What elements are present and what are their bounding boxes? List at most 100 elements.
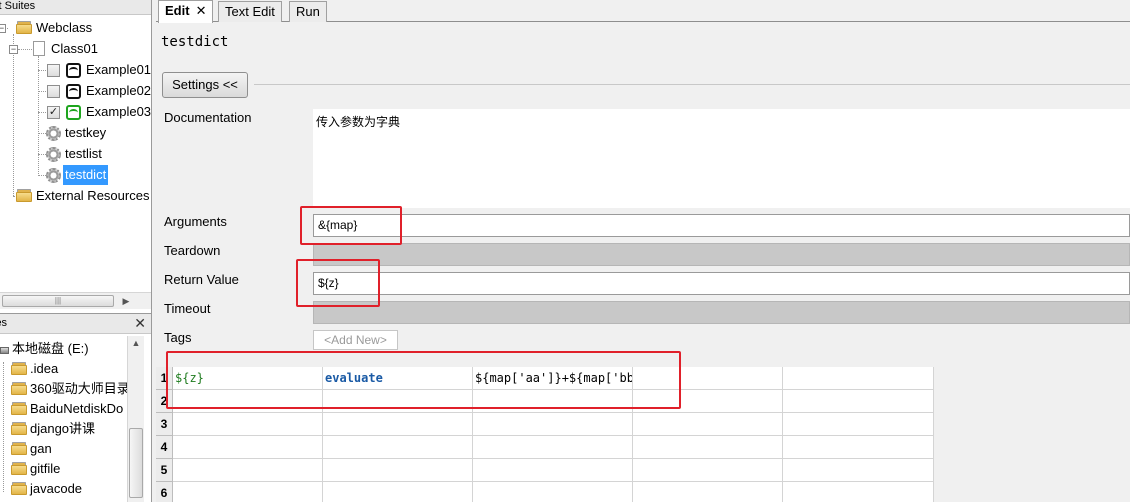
- file-item-360[interactable]: 360驱动大师目录: [0, 379, 130, 399]
- tree-item-testdict[interactable]: testdict: [0, 165, 151, 185]
- file-item-label: gitfile: [30, 461, 61, 476]
- tree-item-testkey[interactable]: testkey: [0, 123, 151, 143]
- grid-cell[interactable]: [783, 367, 934, 390]
- row-number[interactable]: 6: [156, 482, 173, 502]
- tree-item-label: Class01: [51, 41, 98, 56]
- tree-item-class01[interactable]: − Class01: [0, 39, 151, 59]
- row-number[interactable]: 5: [156, 459, 173, 482]
- grid-cell[interactable]: [783, 436, 934, 459]
- tree-item-webclass[interactable]: − Webclass: [0, 18, 151, 38]
- file-item-label: .idea: [30, 361, 59, 376]
- row-number[interactable]: 3: [156, 413, 173, 436]
- grid-cell[interactable]: [783, 390, 934, 413]
- row-number[interactable]: 4: [156, 436, 173, 459]
- return-value-field[interactable]: ${z}: [313, 272, 1130, 295]
- row-number[interactable]: 2: [156, 390, 173, 413]
- files-title: les: [0, 317, 8, 329]
- test-suites-panel: st Suites − Webclass − Class01 Example01…: [0, 0, 152, 502]
- tab-run[interactable]: Run: [289, 1, 327, 22]
- tree-item-example03[interactable]: ✓ Example03: [0, 102, 151, 122]
- test-suites-header: st Suites: [0, 0, 151, 15]
- collapse-icon[interactable]: −: [0, 24, 6, 33]
- teardown-field[interactable]: [313, 243, 1130, 266]
- add-new-tag-button[interactable]: <Add New>: [313, 330, 398, 350]
- file-item-baidunetdisk[interactable]: BaiduNetdiskDo: [0, 399, 127, 419]
- tree-item-example02[interactable]: Example02: [0, 81, 152, 101]
- tree-item-label: Example02: [86, 83, 152, 98]
- grid-cell[interactable]: [633, 367, 783, 390]
- tab-text-edit[interactable]: Text Edit: [218, 1, 282, 22]
- file-item-gitfile[interactable]: gitfile: [0, 459, 127, 479]
- timeout-field[interactable]: [313, 301, 1130, 324]
- file-item-javacode[interactable]: javacode: [0, 479, 127, 499]
- test-checkbox[interactable]: [47, 64, 60, 77]
- tree-horizontal-scrollbar[interactable]: ||| ▶: [0, 292, 151, 309]
- folder-icon: [11, 402, 27, 415]
- file-item-idea[interactable]: .idea: [0, 359, 127, 379]
- grid-cell[interactable]: [783, 459, 934, 482]
- files-vertical-scrollbar[interactable]: ▲: [127, 336, 144, 502]
- tree-item-example01[interactable]: Example01: [0, 60, 152, 80]
- collapse-icon[interactable]: −: [9, 45, 18, 54]
- grid-cell[interactable]: [323, 459, 473, 482]
- grid-cell[interactable]: [783, 482, 934, 502]
- tree-item-testlist[interactable]: testlist: [0, 144, 151, 164]
- documentation-field[interactable]: 传入参数为字典: [313, 109, 1130, 208]
- close-icon[interactable]: ✕: [196, 3, 207, 18]
- grid-cell[interactable]: [473, 413, 633, 436]
- grid-cell[interactable]: ${map['aa']}+${map['bb': [473, 367, 633, 390]
- grid-cell[interactable]: [473, 436, 633, 459]
- test-checkbox-checked[interactable]: ✓: [47, 106, 60, 119]
- scroll-grip: |||: [54, 296, 62, 305]
- settings-toggle-button[interactable]: Settings <<: [162, 72, 248, 98]
- divider: [254, 84, 1130, 85]
- grid-cell[interactable]: [173, 436, 323, 459]
- close-icon[interactable]: ✕: [134, 315, 146, 332]
- tree-item-external-resources[interactable]: External Resources: [0, 186, 151, 206]
- file-item-drive[interactable]: 本地磁盘 (E:): [0, 339, 127, 359]
- tab-label: Text Edit: [225, 4, 275, 19]
- scroll-up-icon[interactable]: ▲: [128, 338, 144, 352]
- grid-cell[interactable]: [633, 459, 783, 482]
- folder-icon: [11, 362, 27, 375]
- arguments-field[interactable]: &{map}: [313, 214, 1130, 237]
- grid-cell[interactable]: evaluate: [323, 367, 473, 390]
- grid-cell[interactable]: [633, 390, 783, 413]
- folder-icon: [11, 482, 27, 495]
- scrollbar-thumb[interactable]: [129, 428, 143, 498]
- files-panel: les ✕ 本地磁盘 (E:) .idea 360驱动大师目录 BaiduNet…: [0, 313, 151, 502]
- gear-icon: [46, 168, 61, 183]
- tab-edit[interactable]: Edit ✕: [158, 0, 214, 23]
- grid-cell[interactable]: [783, 413, 934, 436]
- arguments-label: Arguments: [164, 214, 227, 229]
- grid-cell[interactable]: [633, 436, 783, 459]
- test-case-title: testdict: [161, 34, 229, 50]
- grid-cell[interactable]: [323, 390, 473, 413]
- file-item-gan[interactable]: gan: [0, 439, 127, 459]
- grid-cell[interactable]: [473, 390, 633, 413]
- row-number[interactable]: 1: [156, 367, 173, 390]
- scroll-right-icon[interactable]: ▶: [118, 293, 134, 309]
- documentation-label: Documentation: [164, 110, 252, 125]
- grid-cell[interactable]: [173, 390, 323, 413]
- file-item-django[interactable]: django讲课: [0, 419, 127, 439]
- scrollbar-thumb[interactable]: |||: [2, 295, 114, 307]
- tree-item-label: Example01: [86, 62, 152, 77]
- grid-cell[interactable]: [633, 413, 783, 436]
- grid-cell[interactable]: [473, 459, 633, 482]
- keyword-grid: 1 ${z} evaluate ${map['aa']}+${map['bb' …: [156, 367, 934, 502]
- grid-cell[interactable]: [173, 413, 323, 436]
- grid-cell[interactable]: [633, 482, 783, 502]
- drive-icon: [0, 347, 9, 354]
- grid-cell[interactable]: ${z}: [173, 367, 323, 390]
- tab-label: Run: [296, 4, 320, 19]
- grid-cell[interactable]: [323, 413, 473, 436]
- grid-cell[interactable]: [173, 482, 323, 502]
- test-checkbox[interactable]: [47, 85, 60, 98]
- editor-panel: Edit ✕ Text Edit Run testdict Settings <<…: [156, 0, 1130, 502]
- grid-cell[interactable]: [323, 436, 473, 459]
- grid-cell[interactable]: [323, 482, 473, 502]
- teardown-label: Teardown: [164, 243, 221, 258]
- grid-cell[interactable]: [173, 459, 323, 482]
- grid-cell[interactable]: [473, 482, 633, 502]
